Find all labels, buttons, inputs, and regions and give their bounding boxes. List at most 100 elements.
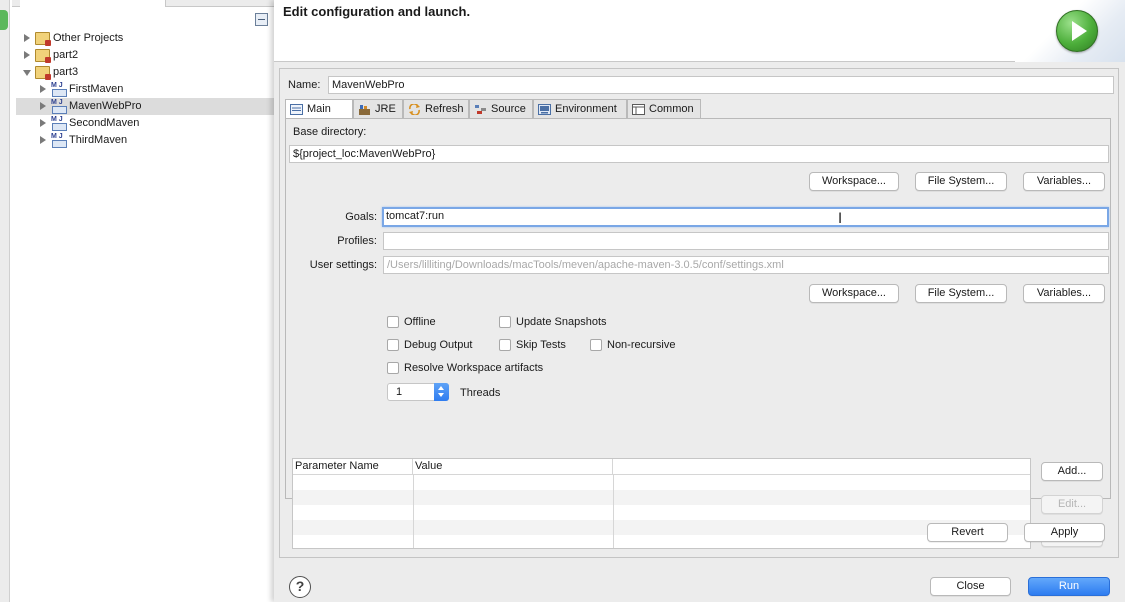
tree-item-label: FirstMaven [69, 83, 124, 95]
settings-variables-button[interactable]: Variables... [1023, 284, 1105, 303]
column-divider [413, 475, 414, 548]
threads-label: Threads [460, 387, 501, 399]
resolve-workspace-label: Resolve Workspace artifacts [404, 362, 544, 374]
maven-project-icon: M J [51, 82, 67, 97]
tree-collapse-icon[interactable] [23, 70, 31, 76]
tab-common[interactable]: Common [627, 99, 701, 119]
table-row [293, 505, 1030, 520]
tab-label: Common [649, 103, 694, 115]
tree-expand-icon[interactable] [24, 34, 30, 42]
close-button[interactable]: Close [930, 577, 1011, 596]
non-recursive-label: Non-recursive [607, 339, 676, 351]
tree-expand-icon[interactable] [40, 119, 46, 127]
base-dir-workspace-button[interactable]: Workspace... [809, 172, 899, 191]
run-button[interactable]: Run [1028, 577, 1110, 596]
tree-expand-icon[interactable] [24, 51, 30, 59]
help-icon[interactable]: ? [289, 576, 311, 598]
tree-item-label: part2 [53, 49, 79, 61]
revert-button[interactable]: Revert [927, 523, 1008, 542]
settings-workspace-button[interactable]: Workspace... [809, 284, 899, 303]
table-row [293, 490, 1030, 505]
base-dir-file-system-button[interactable]: File System... [915, 172, 1007, 191]
collapse-all-icon[interactable] [255, 13, 268, 26]
maven-project-icon: M J [51, 133, 67, 148]
base-dir-variables-button[interactable]: Variables... [1023, 172, 1105, 191]
name-input[interactable]: MavenWebPro [328, 76, 1114, 94]
common-icon [632, 104, 645, 115]
jre-icon [359, 105, 370, 115]
main-tab-icon [290, 104, 303, 115]
update-snapshots-checkbox[interactable] [499, 316, 511, 328]
profiles-label: Profiles: [337, 235, 377, 247]
explorer-tab-strip [12, 0, 274, 7]
column-header-parameter-name[interactable]: Parameter Name [293, 459, 413, 475]
update-snapshots-label: Update Snapshots [516, 316, 607, 328]
table-row [293, 475, 1030, 490]
goals-label: Goals: [345, 211, 377, 223]
tree-item-label: Other Projects [53, 32, 124, 44]
tab-source[interactable]: Source [469, 99, 533, 119]
resolve-workspace-checkbox[interactable] [387, 362, 399, 374]
environment-icon [538, 104, 551, 115]
tab-label: Main [307, 103, 331, 115]
tree-item-other-projects[interactable]: Other Projects [16, 30, 274, 47]
side-edge [0, 0, 10, 602]
base-directory-label: Base directory: [293, 126, 367, 138]
tab-main[interactable]: Main [285, 99, 353, 119]
profiles-input[interactable] [383, 232, 1109, 250]
run-launch-icon [1056, 10, 1098, 52]
tree-expand-icon[interactable] [40, 136, 46, 144]
project-folder-icon [35, 66, 51, 80]
threads-stepper[interactable]: 1 [387, 383, 449, 401]
tab-refresh[interactable]: Refresh [403, 99, 469, 119]
stepper-arrows-icon[interactable] [434, 383, 449, 401]
debug-output-checkbox[interactable] [387, 339, 399, 351]
project-explorer-panel: Other Projects part2 part3 M J FirstMave… [0, 0, 274, 602]
tree-item-firstmaven[interactable]: M J FirstMaven [16, 81, 274, 98]
tree-item-label: part3 [53, 66, 79, 78]
tab-label: Environment [555, 103, 617, 115]
source-icon [475, 105, 486, 114]
skip-tests-checkbox[interactable] [499, 339, 511, 351]
user-settings-label: User settings: [309, 259, 377, 271]
column-divider [613, 475, 614, 548]
maven-project-icon: M J [51, 99, 67, 114]
user-settings-input[interactable]: /Users/lilliting/Downloads/macTools/meve… [383, 256, 1109, 274]
tab-label: Refresh [425, 103, 464, 115]
tree-expand-icon[interactable] [40, 85, 46, 93]
launch-configuration-dialog: Edit configuration and launch. Name: Mav… [274, 0, 1125, 602]
project-folder-icon [35, 49, 51, 63]
dialog-title: Edit configuration and launch. [283, 4, 471, 19]
debug-output-label: Debug Output [404, 339, 473, 351]
edit-parameter-button[interactable]: Edit... [1041, 495, 1103, 514]
table-header: Parameter Name Value [293, 459, 1030, 475]
dialog-header: Edit configuration and launch. [274, 0, 1125, 62]
tree-item-part3[interactable]: part3 [16, 64, 274, 81]
tree-expand-icon[interactable] [40, 102, 46, 110]
explorer-tab[interactable] [20, 0, 166, 7]
side-green-tab[interactable] [0, 10, 8, 30]
tab-environment[interactable]: Environment [533, 99, 627, 119]
table-row [293, 535, 1030, 548]
tab-jre[interactable]: JRE [353, 99, 403, 119]
tree-item-secondmaven[interactable]: M J SecondMaven [16, 115, 274, 132]
tree-item-label: MavenWebPro [69, 100, 142, 112]
main-tab-panel: Base directory: ${project_loc:MavenWebPr… [285, 118, 1111, 549]
add-parameter-button[interactable]: Add... [1041, 462, 1103, 481]
apply-button[interactable]: Apply [1024, 523, 1105, 542]
refresh-icon [409, 104, 420, 115]
name-label: Name: [288, 79, 321, 91]
tree-item-thirdmaven[interactable]: M J ThirdMaven [16, 132, 274, 149]
tree-item-mavenwebpro[interactable]: M J MavenWebPro [16, 98, 274, 115]
column-header-value[interactable]: Value [413, 459, 613, 475]
settings-file-system-button[interactable]: File System... [915, 284, 1007, 303]
non-recursive-checkbox[interactable] [590, 339, 602, 351]
project-folder-icon [35, 32, 51, 46]
text-cursor-icon: Ⅰ [838, 211, 843, 227]
parameter-table[interactable]: Parameter Name Value [292, 458, 1031, 549]
tree-item-part2[interactable]: part2 [16, 47, 274, 64]
base-directory-input[interactable]: ${project_loc:MavenWebPro} [289, 145, 1109, 163]
goals-input[interactable]: tomcat7:run [382, 207, 1109, 227]
offline-checkbox[interactable] [387, 316, 399, 328]
skip-tests-label: Skip Tests [516, 339, 566, 351]
